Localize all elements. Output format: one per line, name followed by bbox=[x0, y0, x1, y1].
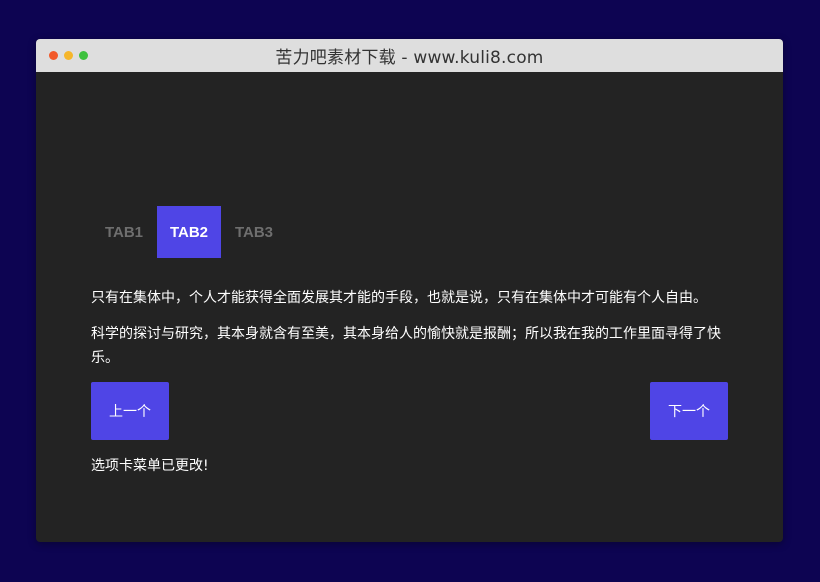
browser-window: 苦力吧素材下载 - www.kuli8.com TAB1 TAB2 TAB3 只… bbox=[36, 39, 783, 542]
close-dot-icon[interactable] bbox=[49, 51, 58, 60]
title-bar: 苦力吧素材下载 - www.kuli8.com bbox=[36, 39, 783, 72]
previous-button[interactable]: 上一个 bbox=[91, 382, 169, 440]
panel-paragraph-1: 只有在集体中，个人才能获得全面发展其才能的手段，也就是说，只有在集体中才可能有个… bbox=[91, 290, 707, 306]
minimize-dot-icon[interactable] bbox=[64, 51, 73, 60]
panel-paragraph-2: 科学的探讨与研究，其本身就含有至美，其本身给人的愉快就是报酬；所以我在我的工作里… bbox=[91, 326, 721, 366]
tab-2[interactable]: TAB2 bbox=[157, 206, 221, 258]
demo-content: TAB1 TAB2 TAB3 只有在集体中，个人才能获得全面发展其才能的手段，也… bbox=[36, 72, 783, 542]
window-title: 苦力吧素材下载 - www.kuli8.com bbox=[275, 48, 544, 68]
tab-1[interactable]: TAB1 bbox=[92, 206, 156, 258]
status-message: 选项卡菜单已更改! bbox=[91, 458, 209, 474]
tab-bar: TAB1 TAB2 TAB3 bbox=[92, 206, 286, 258]
maximize-dot-icon[interactable] bbox=[79, 51, 88, 60]
window-controls bbox=[49, 51, 88, 60]
next-button[interactable]: 下一个 bbox=[650, 382, 728, 440]
tab-3[interactable]: TAB3 bbox=[222, 206, 286, 258]
